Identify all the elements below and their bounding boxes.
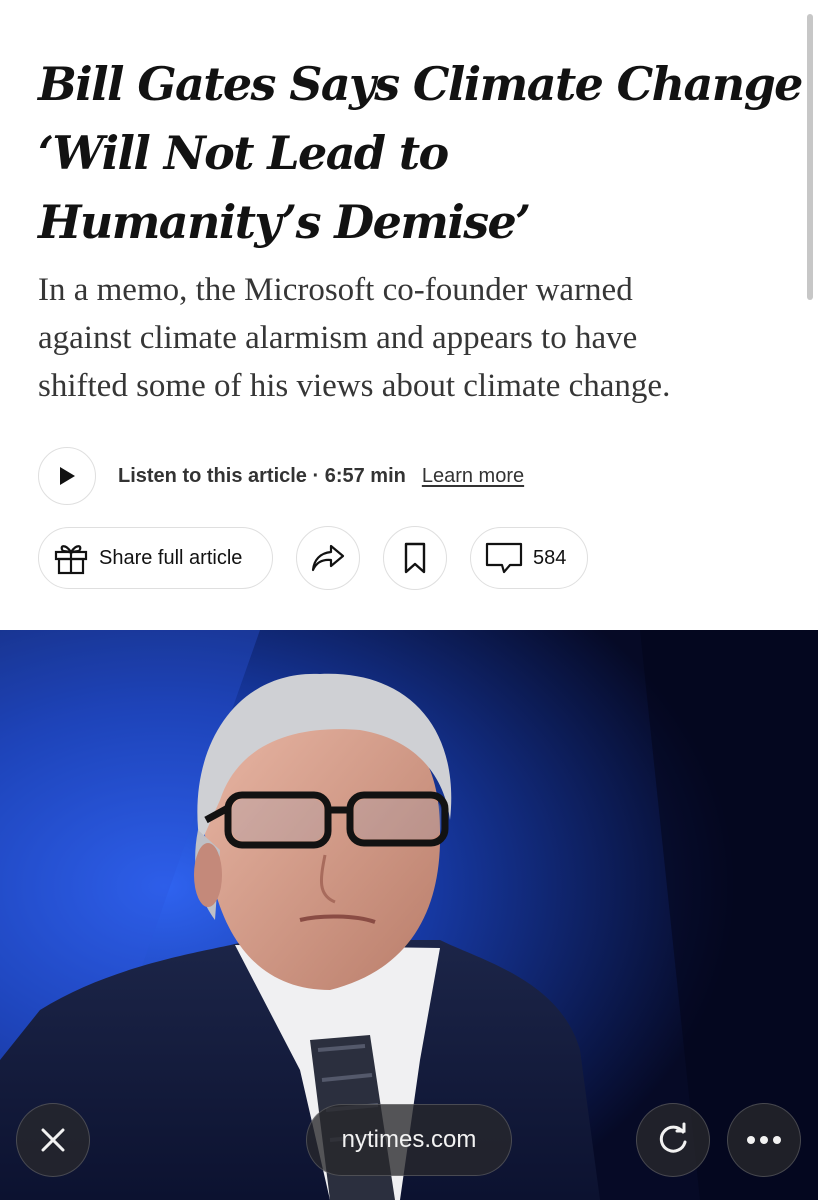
article-headline: Bill Gates Says Climate Change ‘Will Not… xyxy=(38,50,803,257)
share-button[interactable] xyxy=(296,526,360,590)
learn-more-link[interactable]: Learn more xyxy=(422,465,524,488)
bookmark-button[interactable] xyxy=(383,526,447,590)
play-button[interactable] xyxy=(38,447,96,505)
share-label: Share full article xyxy=(99,546,243,569)
close-icon xyxy=(41,1128,65,1152)
headline-line: Bill Gates Says Climate Change xyxy=(38,57,803,111)
headline-line: Humanity’s Demise’ xyxy=(38,195,531,249)
article-actions: Share full article 584 xyxy=(38,526,588,590)
audio-player: Listen to this article · 6:57 min Learn … xyxy=(38,445,524,507)
summary-line: In a memo, the Microsoft co-founder warn… xyxy=(38,272,633,308)
summary-line: shifted some of his views about climate … xyxy=(38,368,671,404)
share-full-article-button[interactable]: Share full article xyxy=(38,527,273,589)
reload-icon xyxy=(659,1122,687,1153)
url-bar[interactable]: nytimes.com xyxy=(306,1104,512,1176)
bookmark-icon xyxy=(404,542,426,574)
gift-icon xyxy=(54,545,88,575)
close-button[interactable] xyxy=(16,1103,90,1177)
more-icon xyxy=(747,1136,781,1144)
comment-icon xyxy=(485,542,523,574)
more-options-button[interactable] xyxy=(727,1103,801,1177)
summary-line: against climate alarmism and appears to … xyxy=(38,320,638,356)
article-page: Bill Gates Says Climate Change ‘Will Not… xyxy=(0,0,818,1200)
play-icon xyxy=(60,467,75,485)
scrollbar[interactable] xyxy=(807,14,813,300)
comments-count: 584 xyxy=(533,546,567,569)
share-arrow-icon xyxy=(311,544,345,572)
comments-button[interactable]: 584 xyxy=(470,527,588,589)
listen-label: Listen to this article · 6:57 min xyxy=(118,464,406,487)
reload-button[interactable] xyxy=(636,1103,710,1177)
article-summary: In a memo, the Microsoft co-founder warn… xyxy=(38,266,798,410)
url-text: nytimes.com xyxy=(341,1126,477,1153)
headline-line: ‘Will Not Lead to xyxy=(38,126,449,180)
